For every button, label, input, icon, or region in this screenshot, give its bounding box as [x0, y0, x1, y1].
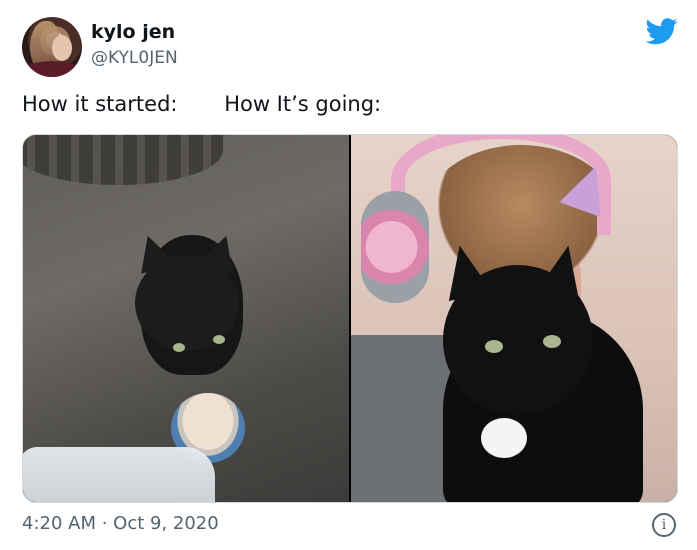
cat-eye-left — [485, 340, 503, 353]
cat-ear-right — [536, 240, 590, 302]
photo-kitten[interactable] — [23, 135, 349, 502]
author-display-name[interactable]: kylo jen — [91, 21, 175, 43]
tweet-text: How it started: How It’s going: — [22, 92, 382, 116]
plastic-tub — [23, 447, 215, 502]
twitter-bird-icon[interactable] — [646, 18, 678, 45]
cat-eye-right — [543, 335, 561, 348]
avatar-face — [52, 35, 72, 61]
author-handle[interactable]: @KYL0JEN — [91, 48, 178, 68]
info-icon[interactable]: i — [652, 513, 676, 537]
author-avatar[interactable] — [22, 17, 82, 77]
kitten-eye-right — [213, 335, 225, 344]
manhole-cover — [23, 135, 223, 185]
tweet-timestamp[interactable]: 4:20 AM · Oct 9, 2020 — [22, 513, 219, 534]
media-grid[interactable] — [22, 134, 678, 503]
tweet-card: kylo jen @KYL0JEN How it started: How It… — [0, 0, 697, 550]
headset-earcup — [361, 191, 429, 303]
kitten-eye-left — [173, 343, 185, 352]
photo-grown-cat[interactable] — [351, 135, 677, 502]
cat-white-chest — [481, 418, 527, 458]
avatar-shirt — [22, 61, 82, 77]
